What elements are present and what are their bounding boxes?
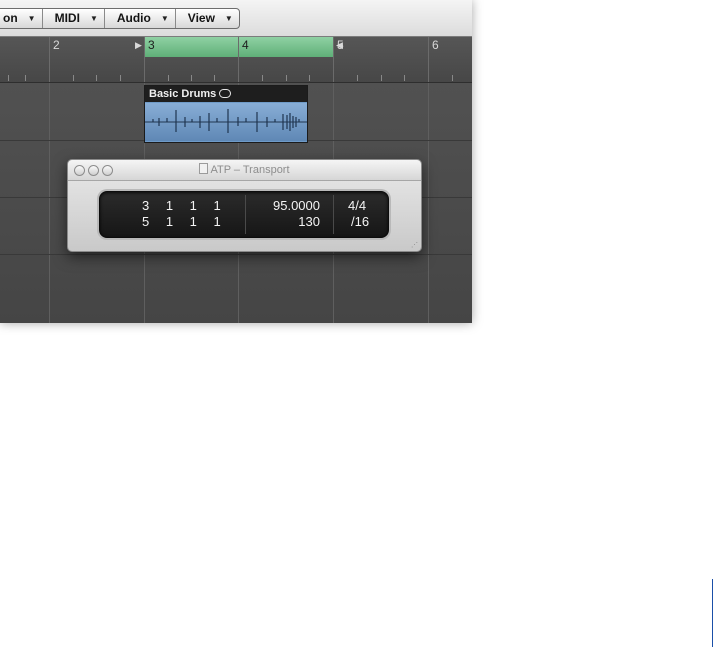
region-name: Basic Drums [149, 88, 217, 100]
time-signature[interactable]: 4/4 [348, 198, 366, 214]
ruler-tick [73, 75, 74, 81]
grid-line [49, 83, 50, 323]
logic-arrange-window: on ▼ MIDI ▼ Audio ▼ View ▼ 2 3 4 5 6 ▶ ◀… [0, 0, 472, 323]
ruler-tick [8, 75, 9, 81]
ruler-tick [452, 75, 453, 81]
ruler-tick [309, 75, 310, 81]
ruler-tick [214, 75, 215, 81]
ruler-tick [25, 75, 26, 81]
waveform-icon [145, 109, 307, 133]
tempo-value[interactable]: 95.0000 [273, 198, 320, 214]
bar-number: 6 [432, 38, 439, 52]
transport-display[interactable]: 3 1 1 1 5 1 1 1 95.0000 130 4/4 /16 [99, 191, 389, 238]
track-divider [0, 254, 472, 255]
lcd-separator [333, 195, 334, 234]
ruler-tick [381, 75, 382, 81]
menu-midi-label: MIDI [54, 11, 80, 25]
cycle-area[interactable] [144, 37, 334, 57]
menu-audio[interactable]: Audio ▼ [105, 9, 176, 28]
chevron-down-icon: ▼ [89, 14, 98, 23]
ruler-tick [404, 75, 405, 81]
ruler-bar-line [428, 37, 429, 82]
tempo-secondary[interactable]: 130 [298, 214, 320, 230]
transport-window[interactable]: ATP – Transport 3 1 1 1 5 1 1 1 95.0000 … [67, 159, 422, 252]
lcd-separator [245, 195, 246, 234]
menu-midi[interactable]: MIDI ▼ [43, 9, 105, 28]
bar-ruler[interactable]: 2 3 4 5 6 ▶ ◀ [0, 37, 472, 83]
bar-number: 3 [148, 38, 155, 52]
division[interactable]: /16 [351, 214, 369, 230]
ruler-tick [96, 75, 97, 81]
chevron-down-icon: ▼ [224, 14, 233, 23]
menu-options[interactable]: on ▼ [0, 9, 43, 28]
ruler-tick [191, 75, 192, 81]
grid-line [428, 83, 429, 323]
loop-icon [219, 89, 232, 98]
chevron-down-icon: ▼ [160, 14, 169, 23]
menu-view[interactable]: View ▼ [176, 9, 239, 28]
song-position[interactable]: 3 1 1 1 [142, 198, 221, 214]
bar-number: 4 [242, 38, 249, 52]
audio-region[interactable]: Basic Drums [144, 85, 308, 143]
resize-grip-icon[interactable]: ⋰ [411, 241, 418, 249]
region-waveform [145, 103, 307, 141]
local-menu-bar: on ▼ MIDI ▼ Audio ▼ View ▼ [0, 0, 472, 37]
ruler-tick [262, 75, 263, 81]
ruler-tick [357, 75, 358, 81]
ruler-bar-line [144, 37, 145, 82]
ruler-bar-line [238, 37, 239, 82]
menu-audio-label: Audio [116, 11, 151, 25]
menu-strip: on ▼ MIDI ▼ Audio ▼ View ▼ [0, 8, 240, 29]
menu-options-label: on [3, 11, 18, 25]
locator-position[interactable]: 5 1 1 1 [142, 214, 221, 230]
ruler-tick [168, 75, 169, 81]
chevron-down-icon: ▼ [27, 14, 36, 23]
region-header[interactable]: Basic Drums [145, 86, 307, 102]
menu-view-label: View [187, 11, 215, 25]
transport-titlebar[interactable]: ATP – Transport [68, 160, 421, 181]
ruler-bar-line [333, 37, 334, 82]
ruler-tick [286, 75, 287, 81]
ruler-tick [120, 75, 121, 81]
bar-number: 2 [53, 38, 60, 52]
document-icon [199, 163, 209, 174]
ruler-bar-line [49, 37, 50, 82]
left-locator-icon[interactable]: ▶ [135, 40, 142, 51]
right-locator-icon[interactable]: ◀ [336, 40, 343, 51]
window-title: ATP – Transport [68, 163, 421, 176]
window-title-text: ATP – Transport [210, 164, 290, 176]
